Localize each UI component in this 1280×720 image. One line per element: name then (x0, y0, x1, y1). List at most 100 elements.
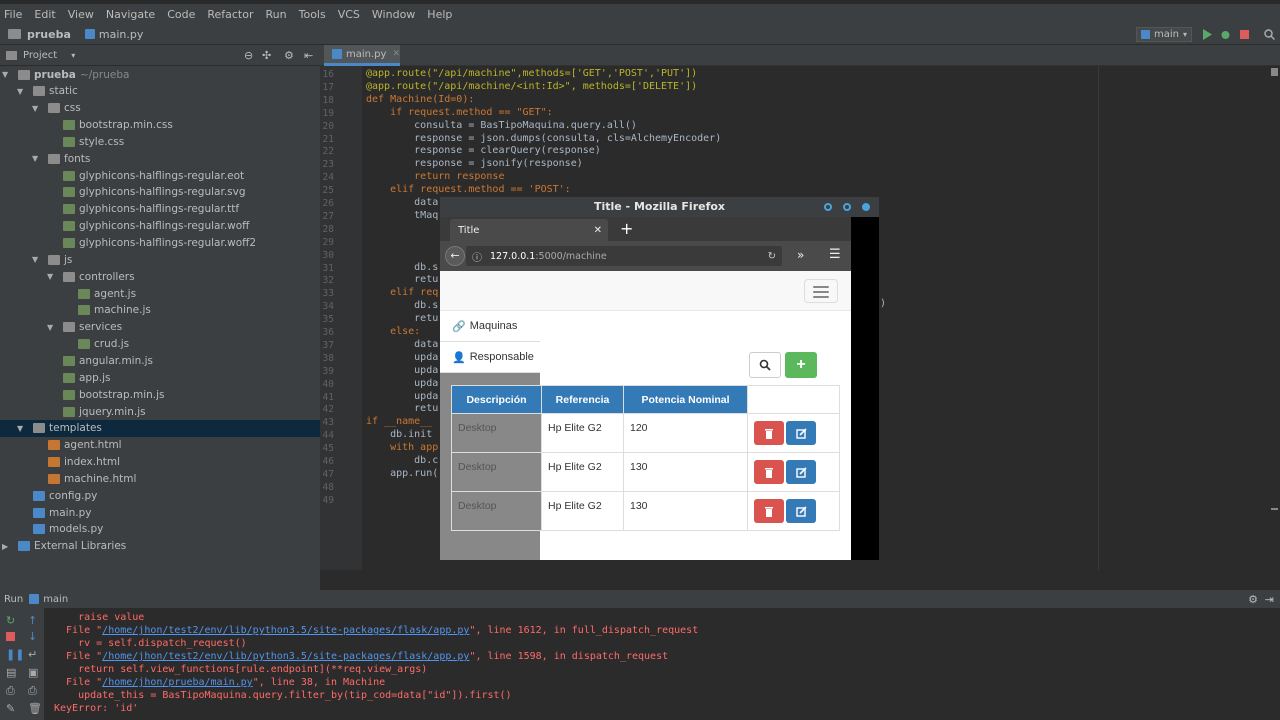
tree-item[interactable]: app.js (0, 369, 320, 386)
url-bar[interactable]: ⓘ 127.0.0.1:5000/machine ↻ (466, 246, 782, 266)
hide-panel-icon[interactable]: ⇤ (304, 49, 313, 62)
expand-arrow-icon[interactable]: ▼ (32, 255, 38, 264)
expand-arrow-icon[interactable]: ▼ (32, 104, 38, 113)
tree-item[interactable]: index.html (0, 454, 320, 471)
collapse-arrow-icon[interactable]: ▶ (2, 542, 8, 551)
print-icon[interactable]: ⎙ (6, 684, 15, 698)
tree-item[interactable]: bootstrap.min.css (0, 117, 320, 134)
close-tab-icon[interactable]: ✕ (392, 49, 400, 59)
menu-vcs[interactable]: VCS (338, 8, 360, 21)
menu-view[interactable]: View (68, 8, 94, 21)
tree-item[interactable]: glyphicons-halflings-regular.eot (0, 167, 320, 184)
up-arrow-icon[interactable]: ↑ (28, 614, 37, 627)
tree-item[interactable]: glyphicons-halflings-regular.ttf (0, 201, 320, 218)
console-file-link[interactable]: /home/jhon/test2/env/lib/python3.5/site-… (102, 651, 469, 662)
collapse-all-icon[interactable]: ⊖ (244, 49, 253, 62)
column-header[interactable]: Descripción (451, 385, 542, 414)
menu-navigate[interactable]: Navigate (106, 8, 155, 21)
rerun-icon[interactable]: ↻ (6, 614, 15, 627)
tree-item[interactable]: jquery.min.js (0, 403, 320, 420)
new-tab-icon[interactable]: + (620, 219, 633, 238)
delete-button[interactable] (754, 499, 784, 523)
editor-tab-main-py[interactable]: main.py ✕ (324, 45, 400, 66)
sidebar-item-maquinas[interactable]: 🔗 Maquinas (440, 311, 540, 342)
close-window-icon[interactable] (862, 203, 870, 211)
tree-item[interactable]: ▼ prueba ~/prueba (0, 66, 320, 83)
settings-gear-icon[interactable]: ⚙ (284, 49, 294, 62)
run-console-output[interactable]: raise value File "/home/jhon/test2/env/l… (44, 608, 1280, 720)
reload-icon[interactable]: ↻ (768, 251, 776, 262)
console-file-link[interactable]: /home/jhon/test2/env/lib/python3.5/site-… (102, 625, 469, 636)
search-everywhere-icon[interactable] (1264, 29, 1275, 40)
pin-icon[interactable]: ✎ (6, 702, 15, 715)
tree-item[interactable]: ▼ templates (0, 419, 320, 437)
tree-item[interactable]: ▼ css (0, 100, 320, 117)
project-panel-label[interactable]: Project (23, 50, 57, 61)
minimize-icon[interactable] (824, 203, 832, 211)
sidebar-item-responsable[interactable]: 👤 Responsable (440, 342, 540, 373)
tree-item[interactable]: machine.html (0, 470, 320, 487)
overflow-icon[interactable]: » (797, 248, 804, 262)
menu-edit[interactable]: Edit (34, 8, 55, 21)
tree-item[interactable]: crud.js (0, 336, 320, 353)
stop-icon[interactable] (1239, 29, 1250, 40)
delete-button[interactable] (754, 460, 784, 484)
tree-item[interactable]: main.py (0, 504, 320, 521)
tree-item[interactable]: agent.js (0, 285, 320, 302)
tree-item[interactable]: ▼ static (0, 83, 320, 100)
breadcrumb-project[interactable]: prueba (27, 28, 71, 41)
breadcrumb-file[interactable]: main.py (99, 28, 143, 41)
scroll-from-source-icon[interactable]: ✣ (262, 49, 271, 62)
menu-tools[interactable]: Tools (299, 8, 326, 21)
menu-file[interactable]: File (4, 8, 22, 21)
tree-item[interactable]: ▼ fonts (0, 150, 320, 167)
tree-item[interactable]: glyphicons-halflings-regular.woff2 (0, 235, 320, 252)
expand-arrow-icon[interactable]: ▼ (47, 323, 53, 332)
hide-panel-icon[interactable]: ⇥ (1265, 593, 1274, 606)
column-header[interactable]: Potencia Nominal (623, 385, 748, 414)
tree-item[interactable]: style.css (0, 133, 320, 150)
tree-item[interactable]: glyphicons-halflings-regular.woff (0, 218, 320, 235)
hamburger-menu-icon[interactable]: ☰ (829, 247, 841, 262)
run-icon[interactable] (1202, 29, 1213, 40)
delete-button[interactable] (754, 421, 784, 445)
back-button[interactable]: ← (445, 246, 465, 266)
down-arrow-icon[interactable]: ↓ (28, 630, 37, 643)
menu-code[interactable]: Code (167, 8, 195, 21)
expand-arrow-icon[interactable]: ▼ (17, 87, 23, 96)
run-panel-config[interactable]: main (43, 594, 68, 605)
edit-button[interactable] (786, 421, 816, 445)
scroll-to-end-icon[interactable]: ▣ (28, 666, 38, 679)
tree-item[interactable]: models.py (0, 521, 320, 538)
edit-button[interactable] (786, 499, 816, 523)
info-icon[interactable]: ⓘ (472, 249, 482, 264)
menu-refactor[interactable]: Refactor (207, 8, 253, 21)
run-configuration-select[interactable]: main ▾ (1135, 27, 1192, 42)
column-header[interactable]: Referencia (541, 385, 624, 414)
menu-help[interactable]: Help (427, 8, 452, 21)
tree-item[interactable]: machine.js (0, 302, 320, 319)
expand-arrow-icon[interactable]: ▼ (47, 272, 53, 281)
pause-icon[interactable]: ❚❚ (6, 648, 24, 661)
debug-icon[interactable] (1220, 29, 1231, 40)
run-panel-label[interactable]: Run (4, 594, 23, 605)
soft-wrap-icon[interactable]: ↵ (28, 648, 37, 661)
tree-item[interactable]: ▼ controllers (0, 268, 320, 285)
print-icon[interactable]: ⎙ (28, 684, 37, 698)
expand-arrow-icon[interactable]: ▼ (2, 70, 8, 79)
add-button[interactable]: + (785, 352, 817, 378)
chevron-down-icon[interactable]: ▾ (71, 51, 75, 60)
search-button[interactable] (749, 352, 781, 378)
tree-item[interactable]: agent.html (0, 437, 320, 454)
menu-window[interactable]: Window (372, 8, 415, 21)
expand-arrow-icon[interactable]: ▼ (17, 424, 23, 433)
tree-item[interactable]: glyphicons-halflings-regular.svg (0, 184, 320, 201)
close-tab-icon[interactable]: ✕ (594, 225, 602, 236)
expand-arrow-icon[interactable]: ▼ (32, 154, 38, 163)
console-file-link[interactable]: /home/jhon/prueba/main.py (102, 677, 253, 688)
restore-layout-icon[interactable]: ▤ (6, 666, 16, 679)
settings-gear-icon[interactable]: ⚙ (1248, 593, 1258, 606)
tree-item[interactable]: bootstrap.min.js (0, 386, 320, 403)
trash-icon[interactable]: 🗑 (28, 702, 42, 715)
edit-button[interactable] (786, 460, 816, 484)
